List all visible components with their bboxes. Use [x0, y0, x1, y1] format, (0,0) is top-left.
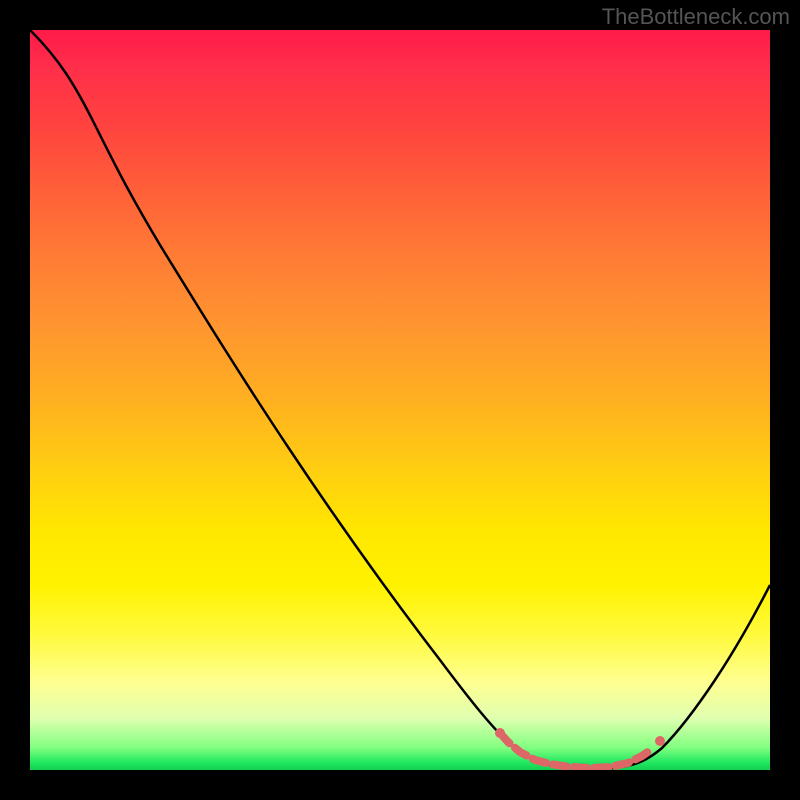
chart-plot-area: [30, 30, 770, 770]
bottleneck-curve-line: [30, 30, 770, 768]
optimal-zone-dashes: [500, 733, 652, 768]
chart-svg-layer: [30, 30, 770, 770]
attribution-label: TheBottleneck.com: [602, 4, 790, 30]
marker-end-right: [655, 736, 665, 746]
